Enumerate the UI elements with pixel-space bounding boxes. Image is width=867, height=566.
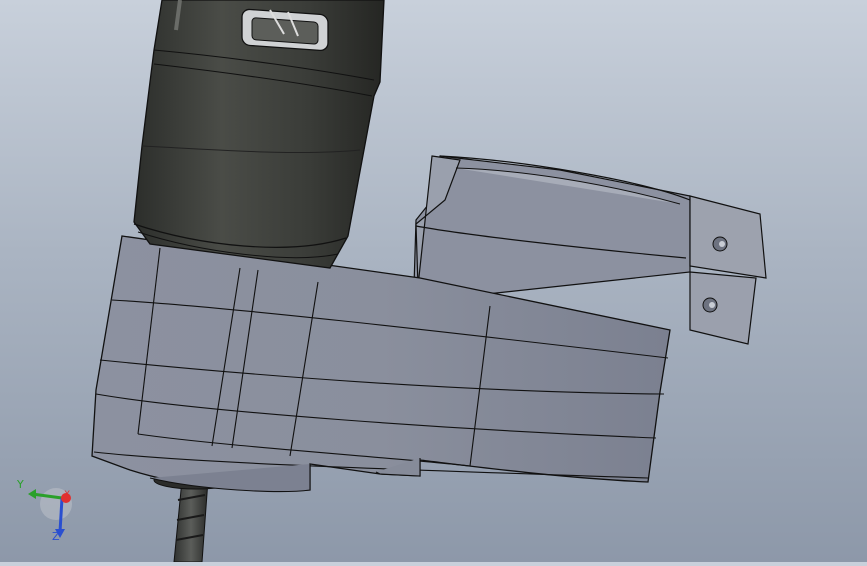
y-axis-arrowhead: [28, 489, 36, 499]
model-render: [91, 0, 767, 563]
orientation-triad[interactable]: Y X Z: [10, 474, 80, 548]
z-axis-label: Z: [52, 530, 60, 543]
y-axis-label: Y: [17, 478, 24, 491]
x-axis-label: X: [64, 490, 71, 500]
spindle-motor: [133, 0, 385, 269]
cad-3d-viewport[interactable]: Y X Z: [0, 0, 867, 563]
z-axis-arrow: [58, 497, 64, 533]
